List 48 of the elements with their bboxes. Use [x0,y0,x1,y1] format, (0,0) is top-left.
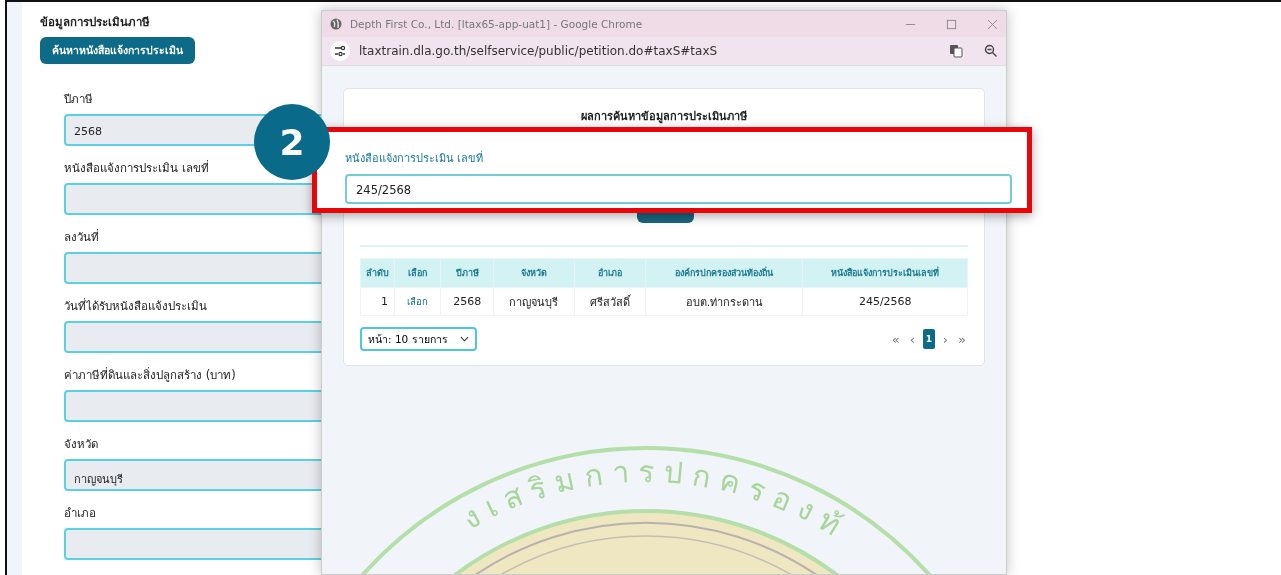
column-header: องค์กรปกครองส่วนท้องถิ่น [645,258,803,288]
field-label: ลงวันที่ [64,228,100,246]
table-cell: อบต.ท่ากระดาน [645,287,803,316]
notice-number-field[interactable]: 245/2568 [345,174,1012,204]
input-field[interactable] [64,183,321,215]
input-field[interactable] [64,321,321,353]
table-cell: 245/2568 [803,287,968,316]
step-callout-tooltip: 2 [254,104,330,180]
column-header: ปีภาษี [440,258,494,288]
column-header: เลือก [394,258,441,288]
table-cell: กาญจนบุรี [493,287,575,316]
translate-icon[interactable] [949,44,963,58]
input-field[interactable]: กาญจนบุรี [64,459,321,491]
last-page-button[interactable]: » [956,331,968,347]
next-page-button[interactable]: › [940,331,951,347]
column-header: หนังสือแจ้งการประเมินเลขที่ [803,258,968,288]
field-label: ค่าภาษีที่ดินและสิ่งปลูกสร้าง (บาท) [64,366,237,384]
input-field[interactable] [64,528,321,560]
maximize-icon[interactable] [946,18,957,30]
site-settings-icon[interactable] [330,41,350,61]
field-label: หนังสือแจ้งการประเมิน เลขที่ [64,159,210,177]
first-page-button[interactable]: « [889,331,902,347]
globe-icon [330,18,342,30]
chevron-down-icon [459,336,469,342]
card-title: ผลการค้นหาข้อมูลการประเมินภาษี [580,109,748,125]
input-field[interactable] [64,252,321,284]
table-cell: ศรีสวัสดิ์ [574,287,646,316]
form-title: ข้อมูลการประเมินภาษี [40,14,151,31]
window-title: Depth First Co., Ltd. [ltax65-app-uat1] - Google Chrome [350,18,643,30]
field-label: จังหวัด [64,436,99,453]
table-cell: 1 [360,287,395,316]
table-cell: 2568 [440,287,494,316]
field-label: วันที่ได้รับหนังสือแจ้งประเมิน [64,297,208,315]
confirm-button[interactable] [636,213,694,223]
column-header: อำเภอ [574,258,646,288]
previous-page-button[interactable]: ‹ [907,331,917,347]
close-icon[interactable] [987,18,998,30]
column-header: ลำดับ [360,258,395,288]
notice-number-label: หนังสือแจ้งการประเมิน เลขที่ [345,149,485,167]
column-header: จังหวัด [493,258,575,288]
page-size-dropdown[interactable]: หน้า: 10 รายการ [360,327,477,351]
field-label: อำเภอ [64,505,97,522]
search-notice-button[interactable]: ค้นหาหนังสือแจ้งการประเมิน [40,37,195,64]
page-button[interactable]: 1 [922,329,935,349]
zoom-icon[interactable] [984,44,998,58]
field-label: ปีภาษี [64,91,94,108]
select-link[interactable]: เลือก [394,287,441,316]
input-field[interactable] [64,390,321,422]
